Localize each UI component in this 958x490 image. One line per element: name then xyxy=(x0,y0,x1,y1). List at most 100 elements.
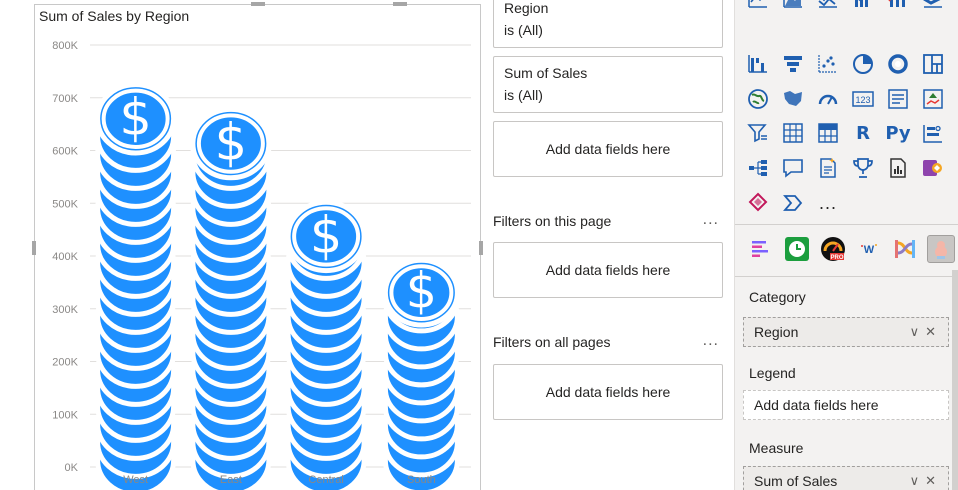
dollar-icon: $ xyxy=(215,114,247,173)
measure-field-value: Sum of Sales xyxy=(754,473,838,489)
divider xyxy=(735,276,958,277)
custom-pro-gauge-icon[interactable]: PRO xyxy=(819,235,847,263)
section-title: Filters on this page xyxy=(493,213,612,229)
infographic-visual[interactable]: 0K 100K 200K 300K 400K 500K 600K 700K 800K $ West $… xyxy=(32,2,483,490)
more-options-icon[interactable]: ... xyxy=(703,332,719,350)
line-chart-icon[interactable] xyxy=(745,0,771,12)
close-icon[interactable]: ✕ xyxy=(925,473,942,488)
more-options-icon[interactable]: ... xyxy=(703,211,719,229)
visual-title: Sum of Sales by Region xyxy=(39,8,190,24)
filter-card-condition: is (All) xyxy=(504,22,543,38)
svg-text:PRO: PRO xyxy=(830,255,843,261)
filters-on-this-page-header: Filters on this page ... xyxy=(493,211,723,229)
svg-text:W: W xyxy=(864,244,875,256)
ribbon-chart-icon[interactable] xyxy=(920,0,946,12)
waterfall-chart-icon[interactable] xyxy=(745,51,771,77)
category-field-value: Region xyxy=(754,324,799,340)
line-clustered-column-icon[interactable] xyxy=(850,0,876,12)
coin-stack-bar-east[interactable]: $ xyxy=(190,106,272,490)
custom-sankey-icon[interactable] xyxy=(891,235,919,263)
category-well-label: Category xyxy=(749,289,806,305)
dollar-icon: $ xyxy=(310,206,342,265)
add-page-filter-dropzone[interactable]: Add data fields here xyxy=(493,242,723,298)
pie-chart-icon[interactable] xyxy=(850,51,876,77)
category-field-well[interactable]: Region ∨✕ xyxy=(743,317,949,347)
filter-card-field-name: Region xyxy=(504,0,549,16)
add-report-filter-dropzone[interactable]: Add data fields here xyxy=(493,364,723,420)
line-stacked-column-icon[interactable] xyxy=(885,0,911,12)
slicer-icon[interactable] xyxy=(745,120,771,146)
stacked-area-chart-icon[interactable] xyxy=(815,0,841,12)
power-automate-icon[interactable] xyxy=(745,190,771,216)
custom-clock-icon[interactable] xyxy=(783,235,811,263)
filter-card-region[interactable]: Region is (All) xyxy=(493,0,723,48)
y-tick-label: 0K xyxy=(65,462,79,474)
field-actions: ∨✕ xyxy=(910,324,942,340)
key-influencers-icon[interactable] xyxy=(920,120,946,146)
measure-well-label: Measure xyxy=(749,440,804,456)
divider xyxy=(735,224,958,225)
qa-icon[interactable] xyxy=(780,155,806,181)
multi-row-card-icon[interactable] xyxy=(885,86,911,112)
legend-well-label: Legend xyxy=(749,365,796,381)
r-visual-icon[interactable]: R xyxy=(850,120,876,146)
kpi-icon[interactable] xyxy=(920,86,946,112)
matrix-icon[interactable] xyxy=(815,120,841,146)
chart-area: 0K 100K 200K 300K 400K 500K 600K 700K 800K $ West $… xyxy=(52,40,471,490)
trophy-icon[interactable] xyxy=(850,155,876,181)
ellipsis-label: ... xyxy=(818,192,837,213)
decomposition-tree-icon[interactable] xyxy=(745,155,771,181)
coin-stack-bar-central[interactable]: $ xyxy=(285,199,367,490)
filters-pane: Region is (All) Sum of Sales is (All) Ad… xyxy=(486,0,734,490)
close-icon[interactable]: ✕ xyxy=(925,324,942,339)
custom-bars-icon[interactable] xyxy=(747,235,775,263)
card-icon[interactable]: 123 xyxy=(850,86,876,112)
power-bi-report-canvas: 0K 100K 200K 300K 400K 500K 600K 700K 800K $ West $… xyxy=(0,0,958,490)
svg-text:123: 123 xyxy=(855,95,870,105)
custom-visuals-row: PRO W xyxy=(745,232,955,266)
section-title: Filters on all pages xyxy=(493,334,611,350)
pane-scrollbar[interactable] xyxy=(952,270,958,490)
field-actions: ∨✕ xyxy=(910,473,942,489)
map-icon[interactable] xyxy=(745,86,771,112)
custom-word-cloud-icon[interactable]: W xyxy=(855,235,883,263)
r-label: R xyxy=(856,122,870,144)
gauge-icon[interactable] xyxy=(815,86,841,112)
chevron-down-icon[interactable]: ∨ xyxy=(910,324,926,339)
visualizations-pane: 123 R Py... PRO W Category Region ∨✕ Leg… xyxy=(734,0,958,490)
coin-stack-bar-south[interactable]: $ xyxy=(382,257,460,490)
table-icon[interactable] xyxy=(780,120,806,146)
dollar-icon: $ xyxy=(119,89,151,148)
y-tick-label: 300K xyxy=(52,304,78,316)
y-tick-label: 800K xyxy=(52,40,78,52)
filters-on-all-pages-header: Filters on all pages ... xyxy=(493,332,723,350)
python-visual-icon[interactable]: Py xyxy=(885,120,911,146)
py-label: Py xyxy=(885,122,911,144)
y-tick-label: 200K xyxy=(52,357,78,369)
funnel-chart-icon[interactable] xyxy=(780,51,806,77)
y-tick-label: 600K xyxy=(52,146,78,158)
dollar-icon: $ xyxy=(406,263,437,320)
power-apps-icon[interactable] xyxy=(920,155,946,181)
treemap-icon[interactable] xyxy=(920,51,946,77)
paginated-report-icon[interactable] xyxy=(885,155,911,181)
x-tick-label: West xyxy=(123,474,148,486)
arcgis-icon[interactable] xyxy=(780,190,806,216)
add-visual-filter-dropzone[interactable]: Add data fields here xyxy=(493,121,723,177)
legend-field-well[interactable]: Add data fields here xyxy=(743,390,949,420)
smart-narrative-icon[interactable] xyxy=(815,155,841,181)
chevron-down-icon[interactable]: ∨ xyxy=(910,473,926,488)
y-tick-label: 100K xyxy=(52,409,78,421)
custom-infographic-icon[interactable] xyxy=(927,235,955,263)
donut-chart-icon[interactable] xyxy=(885,51,911,77)
y-tick-label: 400K xyxy=(52,251,78,263)
filled-map-icon[interactable] xyxy=(780,86,806,112)
scatter-chart-icon[interactable] xyxy=(815,51,841,77)
measure-field-well[interactable]: Sum of Sales ∨✕ xyxy=(743,466,949,490)
area-chart-icon[interactable] xyxy=(780,0,806,12)
more-visuals-icon[interactable]: ... xyxy=(815,190,841,216)
filter-card-sum-of-sales[interactable]: Sum of Sales is (All) xyxy=(493,56,723,113)
x-tick-label: South xyxy=(407,474,436,486)
x-tick-label: Central xyxy=(308,474,343,486)
coin-stack-bar-west[interactable]: $ xyxy=(95,82,177,490)
